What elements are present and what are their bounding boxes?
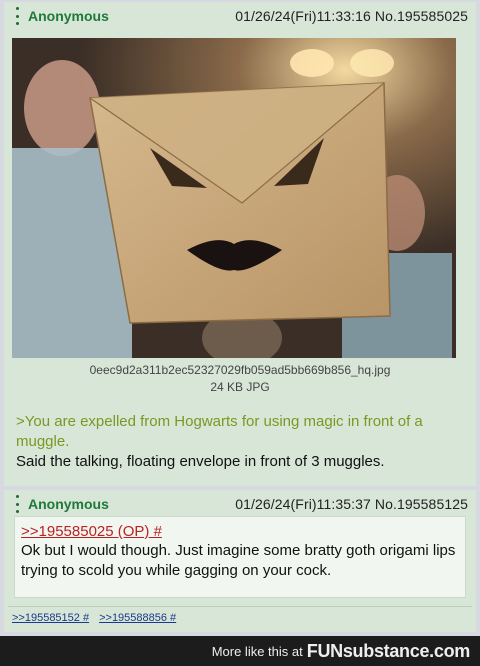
footer-text: More like this at (211, 643, 303, 659)
file-size: 24 KB JPG (210, 380, 270, 394)
post-comment: Said the talking, floating envelope in f… (16, 453, 385, 470)
backlink[interactable]: >>195588856 # (99, 612, 176, 624)
poster-name: Anonymous (28, 8, 109, 24)
post-op: Anonymous 01/26/24(Fri)11:33:16 No.19558… (4, 2, 476, 486)
post-datetime-number[interactable]: 01/26/24(Fri)11:35:37 No.195585125 (235, 496, 468, 512)
post-reply: Anonymous 01/26/24(Fri)11:35:37 No.19558… (4, 490, 476, 632)
post-datetime-number[interactable]: 01/26/24(Fri)11:33:16 No.195585025 (235, 8, 468, 24)
reply-comment: Ok but I would though. Just imagine some… (21, 542, 456, 579)
poster-name: Anonymous (28, 496, 109, 512)
menu-dots-icon[interactable] (10, 495, 24, 513)
backlink[interactable]: >>195585152 # (12, 612, 89, 624)
post-header: Anonymous 01/26/24(Fri)11:33:16 No.19558… (4, 2, 476, 30)
post-header: Anonymous 01/26/24(Fri)11:35:37 No.19558… (4, 490, 476, 518)
reply-body-box: >>195585025 (OP) # Ok but I would though… (14, 516, 466, 598)
brand-logo[interactable]: FUNsubstance.com (306, 640, 471, 662)
watermark-footer: More like this at FUNsubstance.com (0, 636, 480, 666)
backlinks: >>195585152 # >>195588856 # (8, 606, 472, 628)
brand-suffix: substance.com (342, 640, 470, 661)
file-name[interactable]: 0eec9d2a311b2ec52327029fb059ad5bb669b856… (4, 363, 476, 377)
greentext-line: >You are expelled from Hogwarts for usin… (16, 413, 423, 450)
quote-link[interactable]: >>195585025 (OP) # (21, 523, 162, 540)
brand-prefix: FUN (306, 640, 343, 661)
post-image[interactable] (12, 38, 456, 358)
menu-dots-icon[interactable] (10, 7, 24, 25)
envelope-image (12, 38, 456, 358)
